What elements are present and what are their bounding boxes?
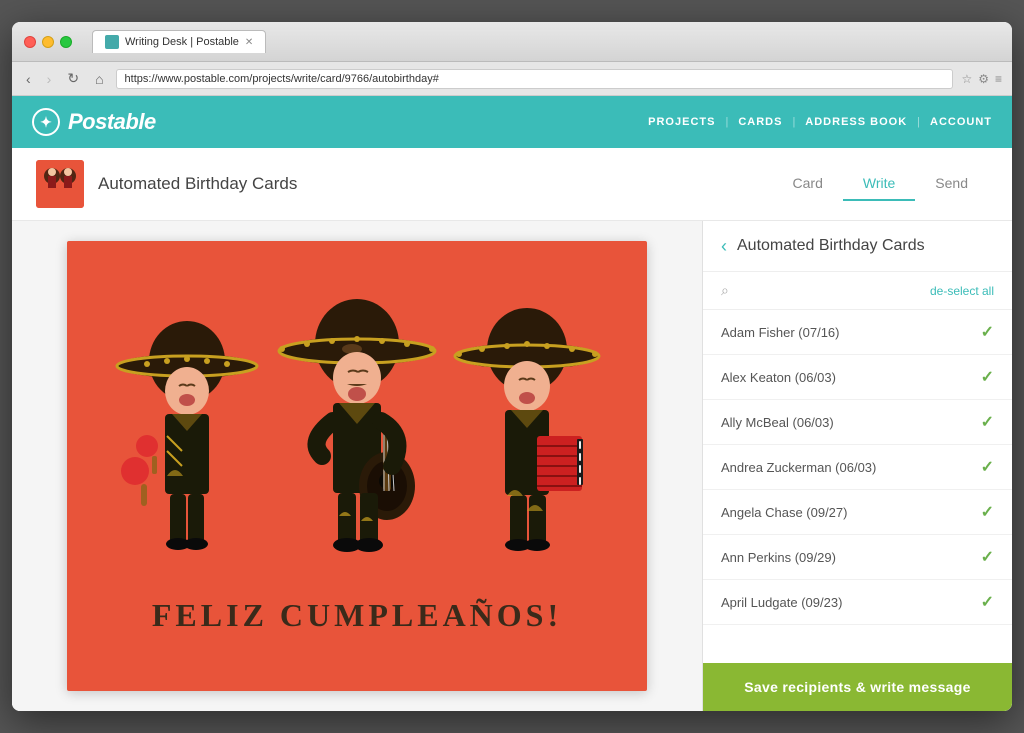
title-bar: Writing Desk | Postable ✕	[12, 22, 1012, 62]
recipient-item[interactable]: April Ludgate (09/23) ✓	[703, 580, 1012, 625]
recipient-item[interactable]: Ally McBeal (06/03) ✓	[703, 400, 1012, 445]
project-header: Automated Birthday Cards Card Write Send	[12, 148, 1012, 221]
check-mark: ✓	[981, 457, 994, 477]
recipient-name: Adam Fisher (07/16)	[721, 325, 840, 340]
forward-button[interactable]: ›	[43, 69, 56, 89]
tab-card[interactable]: Card	[773, 167, 843, 201]
recipient-item[interactable]: Andrea Zuckerman (06/03) ✓	[703, 445, 1012, 490]
home-button[interactable]: ⌂	[91, 69, 107, 89]
url-bar: ‹ › ↻ ⌂ ☆ ⚙ ≡	[12, 62, 1012, 96]
url-input[interactable]	[116, 69, 954, 89]
back-button[interactable]: ‹	[22, 69, 35, 89]
close-button[interactable]	[24, 36, 36, 48]
nav-cards[interactable]: CARDS	[738, 112, 782, 132]
recipient-item[interactable]: Alex Keaton (06/03) ✓	[703, 355, 1012, 400]
recipient-item[interactable]: Ann Perkins (09/29) ✓	[703, 535, 1012, 580]
recipient-name: Andrea Zuckerman (06/03)	[721, 460, 876, 475]
check-mark: ✓	[981, 547, 994, 567]
card-preview: FELIZ CUMPLEAÑOS!	[12, 221, 702, 711]
nav-address-book[interactable]: ADDRESS BOOK	[805, 112, 907, 132]
menu-icon[interactable]: ≡	[995, 72, 1002, 86]
check-mark: ✓	[981, 502, 994, 522]
browser-window: Writing Desk | Postable ✕ ‹ › ↻ ⌂ ☆ ⚙ ≡ …	[12, 22, 1012, 711]
favicon-icon	[105, 35, 119, 49]
save-recipients-button[interactable]: Save recipients & write message	[703, 663, 1012, 711]
nav-account[interactable]: ACCOUNT	[930, 112, 992, 132]
check-mark: ✓	[981, 592, 994, 612]
recipient-name: Angela Chase (09/27)	[721, 505, 847, 520]
tab-write[interactable]: Write	[843, 167, 915, 201]
star-icon[interactable]: ☆	[961, 72, 972, 86]
svg-text:FELIZ CUMPLEAÑOS!: FELIZ CUMPLEAÑOS!	[152, 597, 562, 633]
search-icon: ⌕	[721, 282, 729, 299]
app-content: ✦ Postable PROJECTS | CARDS | ADDRESS BO…	[12, 96, 1012, 711]
recipient-name: Ally McBeal (06/03)	[721, 415, 834, 430]
maximize-button[interactable]	[60, 36, 72, 48]
check-mark: ✓	[981, 322, 994, 342]
thumbnail-image	[36, 160, 84, 208]
search-icon-wrap: ⌕	[721, 282, 729, 299]
tab-send[interactable]: Send	[915, 167, 988, 201]
main-area: FELIZ CUMPLEAÑOS! ‹ Automated Birthday C…	[12, 221, 1012, 711]
check-mark: ✓	[981, 412, 994, 432]
traffic-lights	[24, 36, 72, 48]
nav-sep-1: |	[725, 116, 728, 128]
recipient-item[interactable]: Adam Fisher (07/16) ✓	[703, 310, 1012, 355]
project-title-area: Automated Birthday Cards	[36, 160, 297, 208]
logo-text: Postable	[68, 109, 156, 135]
app-nav: ✦ Postable PROJECTS | CARDS | ADDRESS BO…	[12, 96, 1012, 148]
extensions-icon[interactable]: ⚙	[978, 72, 989, 86]
project-thumbnail	[36, 160, 84, 208]
app-logo: ✦ Postable	[32, 108, 156, 136]
panel-header: ‹ Automated Birthday Cards	[703, 221, 1012, 272]
tab-title: Writing Desk | Postable	[125, 36, 239, 48]
nav-sep-2: |	[792, 116, 795, 128]
app-nav-links: PROJECTS | CARDS | ADDRESS BOOK | ACCOUN…	[648, 112, 992, 132]
recipients-list: Adam Fisher (07/16) ✓ Alex Keaton (06/03) ✓…	[703, 310, 1012, 663]
active-tab[interactable]: Writing Desk | Postable ✕	[92, 30, 266, 53]
nav-sep-3: |	[917, 116, 920, 128]
card-illustration: FELIZ CUMPLEAÑOS!	[67, 241, 647, 691]
tab-bar: Writing Desk | Postable ✕	[92, 30, 266, 53]
minimize-button[interactable]	[42, 36, 54, 48]
nav-projects[interactable]: PROJECTS	[648, 112, 715, 132]
logo-icon: ✦	[32, 108, 60, 136]
tab-close-button[interactable]: ✕	[245, 37, 253, 48]
recipient-name: Ann Perkins (09/29)	[721, 550, 836, 565]
step-tabs: Card Write Send	[773, 167, 988, 201]
refresh-button[interactable]: ↻	[63, 68, 83, 89]
recipient-item[interactable]: Angela Chase (09/27) ✓	[703, 490, 1012, 535]
card-image: FELIZ CUMPLEAÑOS!	[67, 241, 647, 691]
search-row: ⌕ de-select all	[703, 272, 1012, 310]
recipient-name: Alex Keaton (06/03)	[721, 370, 836, 385]
back-button[interactable]: ‹	[721, 237, 727, 255]
check-mark: ✓	[981, 367, 994, 387]
url-icons: ☆ ⚙ ≡	[961, 72, 1002, 86]
project-title: Automated Birthday Cards	[98, 174, 297, 194]
deselect-all-link[interactable]: de-select all	[930, 284, 994, 298]
panel-title: Automated Birthday Cards	[737, 237, 925, 255]
recipient-name: April Ludgate (09/23)	[721, 595, 842, 610]
right-panel: ‹ Automated Birthday Cards ⌕ de-select a…	[702, 221, 1012, 711]
